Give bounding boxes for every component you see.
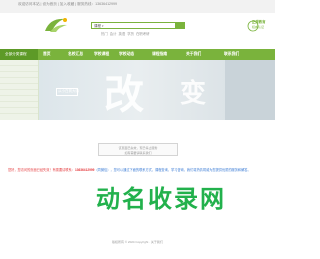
banner-badge: 从小白到大咖	[56, 88, 79, 96]
notice-box: 该页面已失效，现已停止服务 如有需要请联系我们	[98, 143, 178, 156]
contact-text-intro: 您好，您访问的页面已经失效！有需要请联系：	[8, 168, 75, 172]
contact-text-more: （同微信），您可以通过下面的联系方式，课程查询，学习咨询，我们将热情竭诚为您提供…	[94, 168, 251, 172]
nav-item-contact[interactable]: 联系我们	[224, 52, 239, 57]
search-category-select[interactable]: 课程	[94, 24, 101, 29]
contact-line: 您好，您访问的页面已经失效！有需要请联系：13636412999（同微信），您可…	[8, 167, 276, 172]
banner-badge-text: 从小白到大咖	[58, 89, 79, 93]
banner-headline-2: 变	[180, 79, 207, 109]
right-badge-line1: 正规教育	[252, 20, 266, 24]
category-menu-label: 全部分类课程	[5, 52, 27, 56]
nav-item-guide[interactable]: 课程指南	[152, 52, 167, 57]
search-button[interactable]	[175, 23, 184, 28]
sidebar-row[interactable]	[0, 108, 38, 114]
category-menu[interactable]: 全部分类课程	[0, 49, 38, 60]
nav-item-home[interactable]: 首页	[43, 52, 51, 57]
nav-item-courses[interactable]: 学校课程	[94, 52, 109, 57]
hot-keyword[interactable]: 在职考研	[136, 32, 150, 36]
notice-line1: 该页面已失效，现已停止服务	[118, 146, 158, 150]
nav-item-news[interactable]: 学校动态	[119, 52, 134, 57]
main-nav: 全部分类课程 首页 名校汇总 学校课程 学校动态 课程指南 关于我们 联系我们	[0, 49, 275, 60]
chevron-down-icon: ▾	[102, 24, 104, 28]
banner-headline: 改	[104, 71, 144, 118]
right-badge: 正规教育 权威认证	[247, 17, 275, 35]
hot-keyword[interactable]: 热门	[101, 32, 108, 36]
top-bar-text: 欢迎访问本站 | 设为首页 | 加入收藏 | 服务热线：13636412999	[18, 2, 118, 6]
search-bar[interactable]: 课程 ▾	[91, 22, 185, 29]
hot-keywords: 热门 会计 英语 学历 在职考研	[101, 31, 150, 36]
notice-line2: 如有需要请联系我们	[124, 151, 152, 155]
right-badge-line2: 权威认证	[252, 25, 265, 29]
footer: 版权所有 © 2024 Copyright · 关于我们	[0, 240, 275, 244]
hot-keyword[interactable]: 学历	[127, 32, 134, 36]
hot-keyword[interactable]: 会计	[110, 32, 117, 36]
footer-text: 版权所有 © 2024 Copyright · 关于我们	[112, 240, 163, 244]
nav-item-about[interactable]: 关于我们	[186, 52, 201, 57]
category-sidebar	[0, 60, 39, 120]
hot-keyword[interactable]: 英语	[118, 32, 125, 36]
site-logo[interactable]	[42, 16, 70, 35]
nav-item-schools[interactable]: 名校汇总	[68, 52, 83, 57]
watermark: 动名收录网	[96, 186, 226, 213]
top-bar: 欢迎访问本站 | 设为首页 | 加入收藏 | 服务热线：13636412999	[0, 0, 275, 13]
contact-phone[interactable]: 13636412999	[75, 168, 95, 172]
